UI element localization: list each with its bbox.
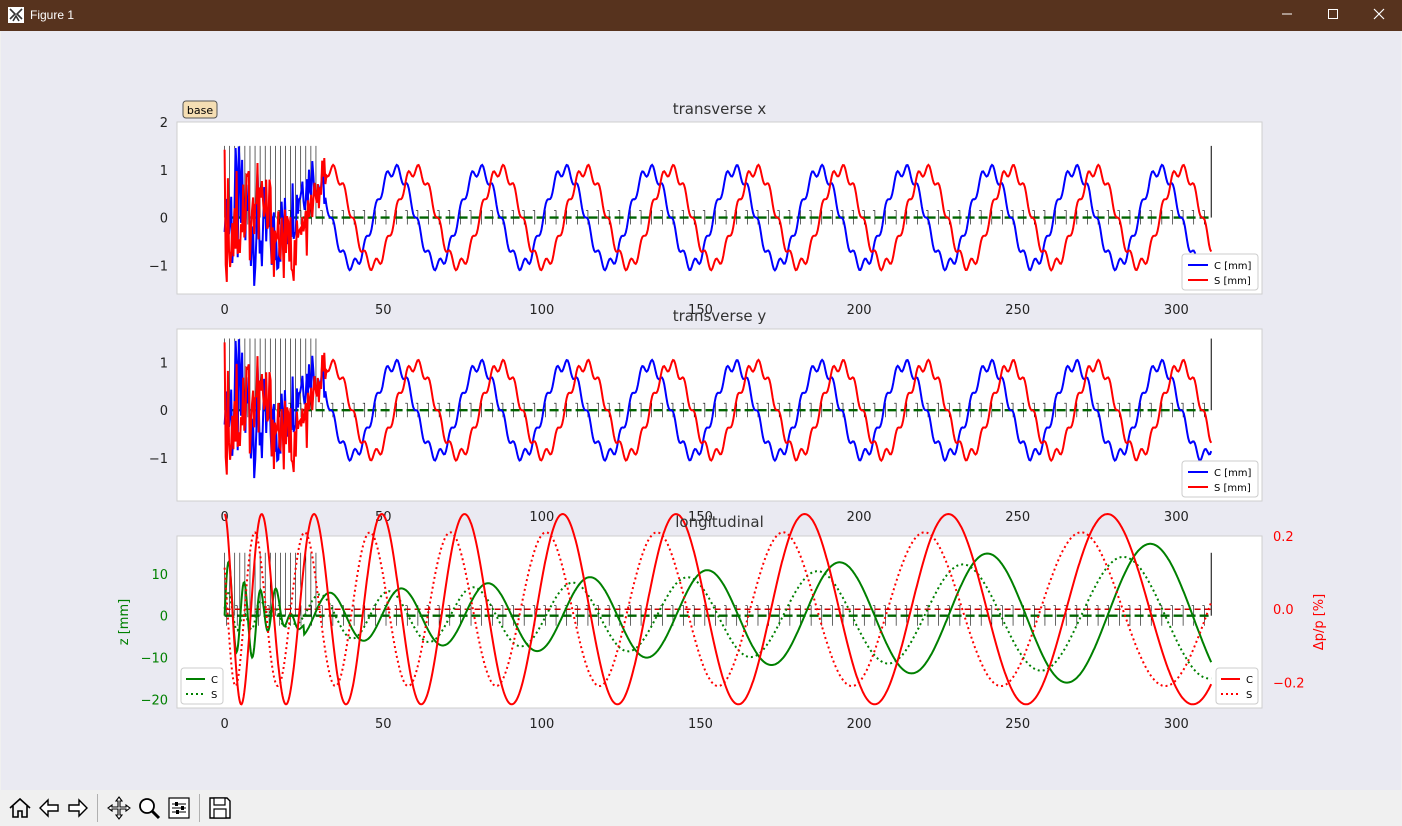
figure-canvas: base transverse x 0 50 100 150 200 250 300 2 1 0 −1 C…: [1, 31, 1401, 790]
minimize-icon: [1282, 13, 1292, 15]
x-tick-label: 150: [688, 717, 713, 732]
base-button[interactable]: base: [182, 100, 218, 119]
y-tick-label: 1: [160, 356, 168, 371]
chart-title: transverse x: [673, 100, 767, 118]
x-tick-label: 50: [375, 303, 392, 318]
y2-tick-label: 0.2: [1273, 530, 1294, 545]
legend-label: C: [211, 675, 218, 686]
x-tick-label: 250: [1005, 510, 1030, 525]
home-icon[interactable]: [6, 794, 34, 822]
legend-label: S: [1246, 690, 1252, 701]
y2-tick-label: −0.2: [1273, 676, 1305, 691]
y-tick-label: −20: [141, 694, 168, 709]
toolbar-separator: [97, 794, 98, 822]
axes-background: [176, 121, 1263, 295]
plot-1: [176, 328, 1263, 502]
x-tick-label: 200: [847, 510, 872, 525]
plot-0: [176, 121, 1263, 295]
x-tick-label: 300: [1164, 510, 1189, 525]
x-tick-label: 300: [1164, 717, 1189, 732]
axes-background: [176, 535, 1263, 709]
window-titlebar: Figure 1: [0, 0, 1402, 31]
maximize-icon: [1328, 9, 1338, 19]
x-tick-label: 250: [1005, 303, 1030, 318]
x-tick-label: 200: [847, 303, 872, 318]
y-tick-label: −1: [149, 259, 168, 274]
y-tick-label: 10: [151, 568, 168, 583]
x-tick-label: 300: [1164, 303, 1189, 318]
figure-app-icon: [8, 7, 24, 23]
y-axis-label: z [mm]: [117, 599, 132, 645]
zoom-icon[interactable]: [135, 794, 163, 822]
x-tick-label: 0: [220, 303, 228, 318]
back-icon[interactable]: [35, 794, 63, 822]
y-tick-label: 0: [160, 610, 168, 625]
maximize-button[interactable]: [1310, 0, 1356, 31]
minimize-button[interactable]: [1264, 0, 1310, 31]
configure-icon[interactable]: [165, 794, 193, 822]
y-tick-label: −10: [141, 652, 168, 667]
x-tick-label: 100: [529, 717, 554, 732]
close-icon: [1373, 8, 1385, 20]
y-tick-label: −1: [149, 452, 168, 467]
save-icon[interactable]: [206, 794, 234, 822]
x-tick-label: 100: [529, 510, 554, 525]
y-tick-label: 0: [160, 212, 168, 227]
y2-axis-label: Δp/p [%]: [1312, 594, 1327, 650]
forward-icon[interactable]: [64, 794, 92, 822]
x-tick-label: 0: [220, 717, 228, 732]
legend-label: S: [211, 690, 217, 701]
x-tick-label: 200: [847, 717, 872, 732]
y-tick-label: 1: [160, 164, 168, 179]
legend-label: S [mm]: [1214, 483, 1251, 494]
close-button[interactable]: [1356, 0, 1402, 31]
x-tick-label: 250: [1005, 717, 1030, 732]
y2-tick-label: 0.0: [1273, 603, 1294, 618]
chart-title: longitudinal: [675, 513, 763, 531]
legend-label: S [mm]: [1214, 276, 1251, 287]
plot-2: [176, 512, 1263, 709]
toolbar-separator: [199, 794, 200, 822]
legend-label: C: [1246, 675, 1253, 686]
x-tick-label: 50: [375, 717, 392, 732]
navigation-toolbar: [1, 790, 1401, 826]
x-tick-label: 100: [529, 303, 554, 318]
y-tick-label: 0: [160, 404, 168, 419]
pan-icon[interactable]: [105, 794, 133, 822]
chart-title: transverse y: [673, 307, 767, 325]
legend-label: C [mm]: [1214, 261, 1252, 272]
legend-label: C [mm]: [1214, 468, 1252, 479]
window-title: Figure 1: [30, 8, 75, 22]
y-tick-label: 2: [160, 116, 168, 131]
figure-svg: base transverse x0 50 100 150 200 250 300210−1 C…: [117, 100, 1327, 732]
base-button-label: base: [187, 104, 213, 117]
